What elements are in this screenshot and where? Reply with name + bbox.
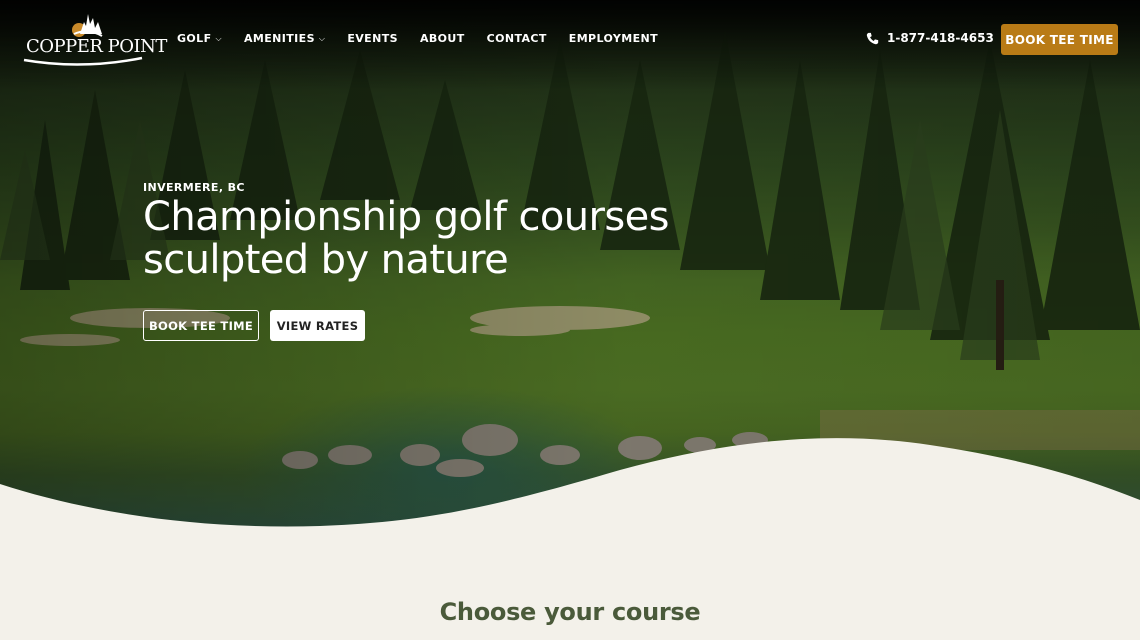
nav-item-employment[interactable]: EMPLOYMENT [569,32,658,45]
nav-item-events[interactable]: EVENTS [347,32,398,45]
hero-cta-row: BOOK TEE TIME VIEW RATES [143,310,365,341]
nav-label: ABOUT [419,32,465,45]
headline-line-2: sculpted by nature [143,237,509,283]
nav-item-golf[interactable]: GOLF ⌵ [177,32,222,45]
nav-label: EMPLOYMENT [568,32,659,45]
book-tee-time-header-button[interactable]: BOOK TEE TIME [1001,24,1118,55]
book-tee-time-button[interactable]: BOOK TEE TIME [143,310,259,341]
location-kicker: INVERMERE, BC [143,181,245,194]
nav-item-amenities[interactable]: AMENITIES ⌵ [244,32,325,45]
nav-item-about[interactable]: ABOUT [420,32,465,45]
view-rates-button[interactable]: VIEW RATES [270,310,365,341]
copper-point-logo[interactable]: COPPER POINT [22,12,167,68]
logo-text: COPPER POINT [26,36,167,57]
nav-item-contact[interactable]: CONTACT [487,32,547,45]
chevron-down-icon: ⌵ [215,33,222,43]
choose-course-heading: Choose your course [439,598,701,626]
nav-label: CONTACT [486,32,547,45]
phone-number: 1-877-418-4653 [887,31,994,45]
chevron-down-icon: ⌵ [318,33,326,43]
phone-icon [866,32,879,44]
hero-headline: Championship golf courses sculpted by na… [143,196,669,282]
nav-label: EVENTS [347,32,398,45]
site-header: COPPER POINT GOLF ⌵ AMENITIES ⌵ EVENTS A… [0,0,1140,80]
nav-label: AMENITIES [243,32,315,45]
hero-content: INVERMERE, BC Championship golf courses … [143,181,669,282]
main-nav: GOLF ⌵ AMENITIES ⌵ EVENTS ABOUT CONTACT … [177,32,680,45]
nav-label: GOLF [177,32,212,45]
headline-line-1: Championship golf courses [143,194,669,240]
phone-link[interactable]: 1-877-418-4653 [866,31,994,45]
